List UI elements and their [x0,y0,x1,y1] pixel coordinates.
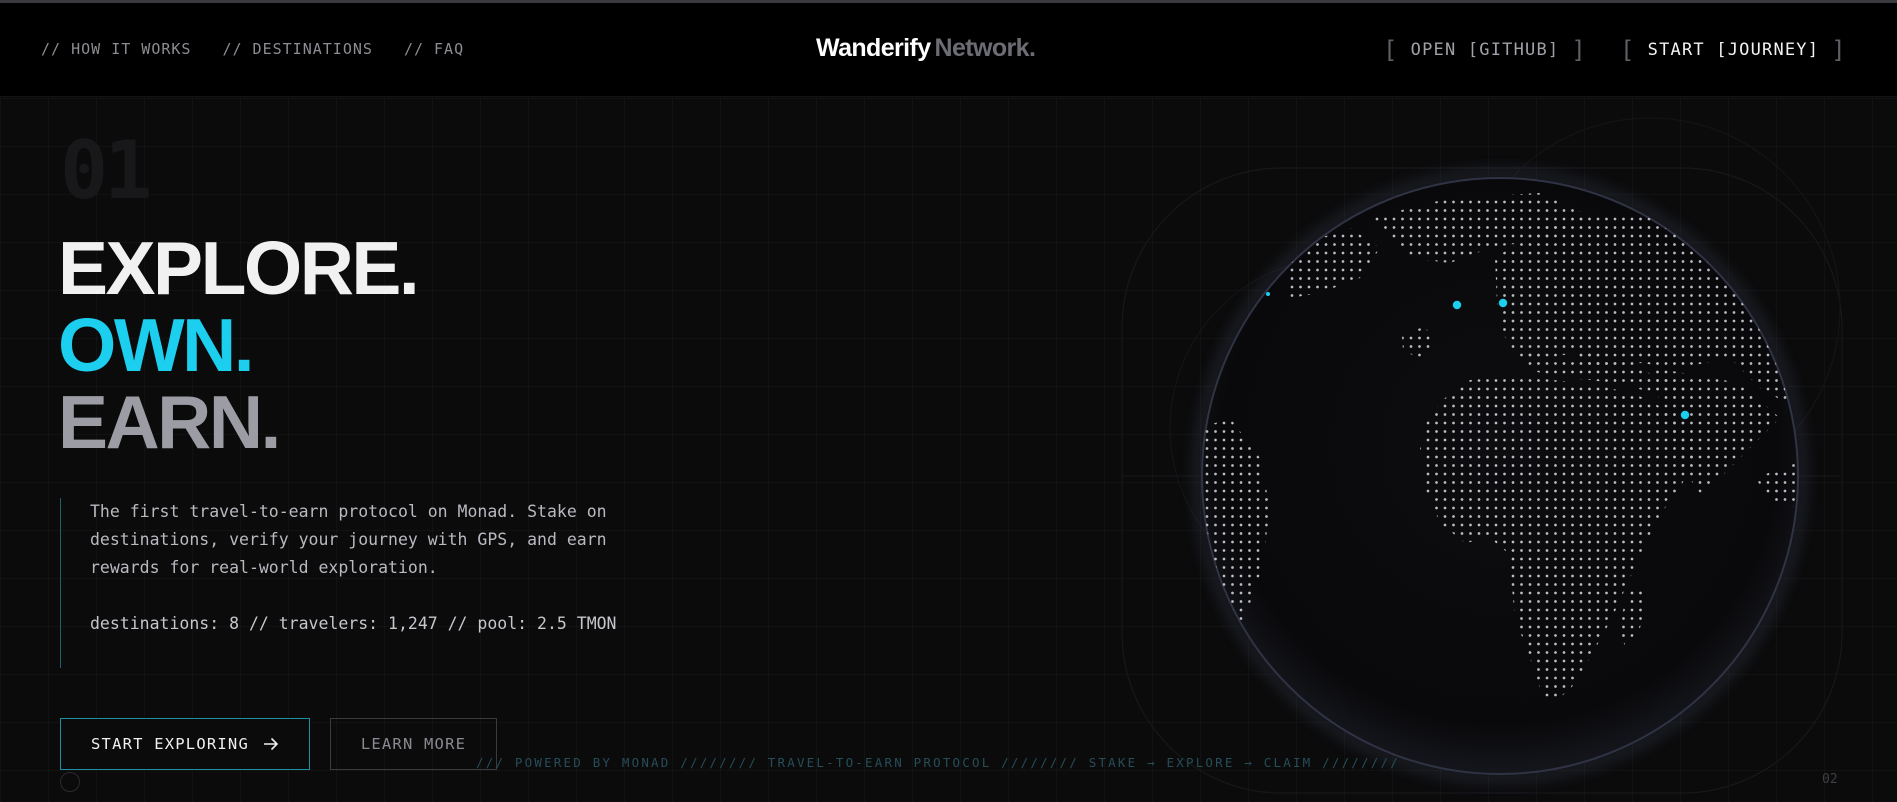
brand-logo[interactable]: Wanderify Network. [816,34,1036,63]
hero-stats: destinations: 8 // travelers: 1,247 // p… [90,614,617,633]
hero-description: The first travel-to-earn protocol on Mon… [90,502,607,577]
globe-visual [1120,98,1860,802]
bottom-ticker: /// POWERED BY MONAD //////// TRAVEL-TO-… [476,755,1400,770]
bracket-open: [ [1620,36,1636,64]
learn-more-button[interactable]: LEARN MORE [330,718,497,770]
hero-headline: EXPLORE. OWN. EARN. [58,226,420,464]
arrow-right-icon [263,737,279,751]
learn-more-label: LEARN MORE [360,735,467,753]
bracket-open: [ [1383,36,1399,64]
page-number: 02 [1822,772,1838,787]
nav-link-how-it-works[interactable]: // HOW IT WORKS [41,40,191,58]
circle-outline-icon [60,772,80,792]
header: // HOW IT WORKS // DESTINATIONS // FAQ W… [0,3,1897,97]
nav-link-faq[interactable]: // FAQ [404,40,464,58]
section-number: 01 [60,124,152,217]
bracket-close: ] [1831,36,1847,64]
headline-earn: EARN. [58,380,281,464]
open-github-label: OPEN [GITHUB] [1410,40,1560,60]
hero-description-block: The first travel-to-earn protocol on Mon… [60,498,640,668]
nav-link-destinations[interactable]: // DESTINATIONS [222,40,372,58]
start-exploring-button[interactable]: START EXPLORING [60,718,310,770]
hero-section: 01 EXPLORE. OWN. EARN. The first travel-… [0,98,1897,802]
start-exploring-label: START EXPLORING [91,735,249,753]
brand-name: Wanderify [816,34,931,62]
open-github-button[interactable]: [ OPEN [GITHUB] ] [1383,37,1587,63]
headline-own: OWN. [58,303,255,387]
brand-suffix: Network. [934,34,1036,62]
start-journey-button[interactable]: [ START [JOURNEY] ] [1620,37,1847,63]
bracket-close: ] [1571,36,1587,64]
start-journey-label: START [JOURNEY] [1647,40,1820,60]
headline-explore: EXPLORE. [58,226,420,310]
main-nav: // HOW IT WORKS // DESTINATIONS // FAQ [41,40,464,58]
